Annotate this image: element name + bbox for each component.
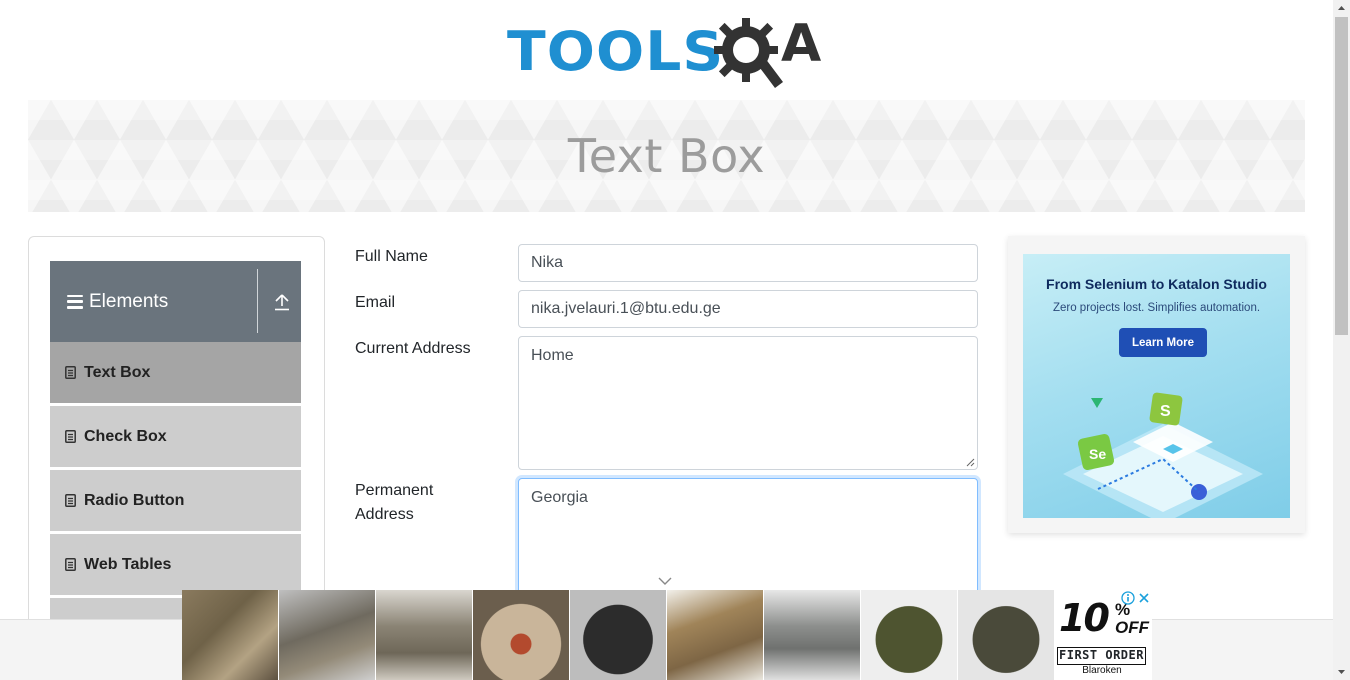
scroll-down-arrow-icon[interactable]: [1333, 663, 1350, 680]
product-image-grey-shorts[interactable]: [764, 590, 861, 680]
current-address-value: Home: [531, 347, 574, 364]
ad-subtitle: Zero projects lost. Simplifies automatio…: [1052, 302, 1261, 314]
current-address-textarea[interactable]: Home: [518, 336, 978, 470]
product-image-dark-henley[interactable]: [958, 590, 1055, 680]
product-image-route66-tee[interactable]: [473, 590, 570, 680]
product-image-black-tee[interactable]: [570, 590, 667, 680]
document-icon: [65, 366, 76, 379]
page-title: Text Box: [567, 129, 766, 183]
close-icon[interactable]: [1137, 591, 1151, 605]
current-address-label: Current Address: [355, 340, 471, 357]
resize-handle-icon[interactable]: [966, 458, 975, 467]
learn-more-button[interactable]: Learn More: [1119, 328, 1207, 357]
side-advertisement[interactable]: From Selenium to Katalon Studio Zero pro…: [1008, 236, 1305, 533]
document-icon: [65, 494, 76, 507]
divider: [257, 269, 258, 333]
elements-group-header[interactable]: Elements: [50, 261, 301, 342]
gear-magnifier-icon: [714, 18, 783, 88]
sidebar-item-web-tables[interactable]: Web Tables: [50, 534, 301, 596]
full-name-input[interactable]: Nika: [518, 244, 978, 282]
document-icon: [65, 430, 76, 443]
first-order-label: FIRST ORDER: [1057, 647, 1146, 665]
product-image-olive-henley[interactable]: [861, 590, 958, 680]
email-input[interactable]: nika.jvelauri.1@btu.edu.ge: [518, 290, 978, 328]
discount-off: OFF: [1115, 618, 1149, 637]
permanent-address-label-line1: Permanent: [355, 482, 434, 499]
svg-text:S: S: [1160, 403, 1171, 420]
page-banner: Text Box: [28, 100, 1305, 212]
logo-text: TOOLS: [507, 20, 725, 83]
logo-suffix: A: [781, 14, 822, 74]
document-icon: [65, 558, 76, 571]
permanent-address-value: Georgia: [531, 489, 588, 506]
product-image-cargo-pants[interactable]: [376, 590, 473, 680]
product-carousel[interactable]: [182, 590, 1152, 680]
adchoices-icon[interactable]: [1121, 591, 1135, 605]
page: TOOLS A Text Box Elements Text Box Check…: [0, 0, 1333, 680]
full-name-label: Full Name: [355, 248, 428, 265]
sidebar-item-radio-button[interactable]: Radio Button: [50, 470, 301, 532]
collapse-arrow-icon[interactable]: [274, 293, 290, 311]
sidebar-item-label: Check Box: [84, 427, 167, 445]
chevron-down-icon[interactable]: [658, 577, 672, 586]
group-title: Elements: [89, 290, 169, 312]
ad-brand: Blaroken: [1082, 665, 1122, 676]
permanent-address-label-line2: Address: [355, 506, 414, 523]
vertical-scrollbar[interactable]: [1333, 0, 1350, 680]
sidebar-item-label: Radio Button: [84, 491, 185, 509]
svg-text:Se: Se: [1089, 446, 1106, 462]
ad-title: From Selenium to Katalon Studio: [1046, 276, 1267, 292]
email-label: Email: [355, 294, 396, 311]
product-image-hooded-jacket[interactable]: [279, 590, 376, 680]
ad-illustration: Se S: [1063, 392, 1263, 518]
product-image-cargo-shorts[interactable]: [182, 590, 279, 680]
scrollbar-thumb[interactable]: [1335, 17, 1348, 335]
scroll-up-arrow-icon[interactable]: [1333, 0, 1350, 17]
sidebar-item-label: Text Box: [84, 363, 151, 381]
discount-value: 10: [1059, 596, 1110, 640]
permanent-address-label: Permanent Address: [355, 479, 433, 527]
sidebar-item-text-box[interactable]: Text Box: [50, 342, 301, 404]
menu-icon: [67, 294, 83, 309]
ad-creative[interactable]: From Selenium to Katalon Studio Zero pro…: [1023, 254, 1290, 518]
sidebar-item-check-box[interactable]: Check Box: [50, 406, 301, 468]
sidebar-item-label: Web Tables: [84, 555, 172, 573]
toolsqa-logo[interactable]: TOOLS A: [507, 14, 829, 90]
product-image-tan-jacket[interactable]: [667, 590, 764, 680]
